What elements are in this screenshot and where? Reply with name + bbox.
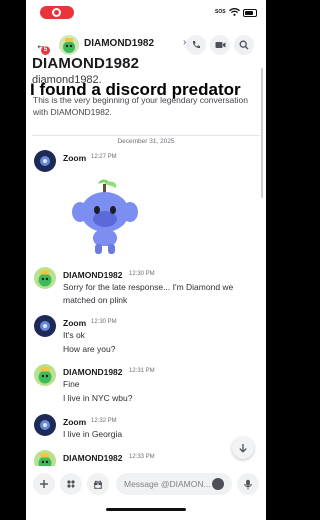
phone-icon [192,41,200,49]
video-call-button[interactable] [210,35,230,55]
emoji-icon[interactable] [212,478,224,490]
galaxy-avatar-icon [40,420,50,430]
conversation-intro-title: DIAMOND1982 [32,55,140,72]
message-author[interactable]: Zoom [63,318,86,328]
green-creature-avatar-icon [38,367,52,384]
microphone-icon [244,479,252,489]
battery-icon [243,9,257,17]
message-author[interactable]: DIAMOND1982 [63,453,123,463]
video-camera-icon [215,42,225,48]
voice-message-button[interactable] [237,473,259,495]
message-author[interactable]: DIAMOND1982 [63,270,123,280]
message-timestamp: 12:33 PM [129,454,155,460]
unread-badge: 5 [41,46,50,55]
record-icon [52,8,61,17]
avatar[interactable] [34,150,56,172]
message-text: I live in NYC wbu? [63,393,133,403]
wumpus-sticker-icon [72,179,138,254]
message-timestamp: 12:30 PM [91,319,117,325]
screen-recording-indicator[interactable] [40,6,74,19]
message-author[interactable]: Zoom [63,417,86,427]
green-creature-avatar-icon [63,38,75,53]
message-timestamp: 12:30 PM [129,271,155,277]
message-text: Sorry for the late response... I'm Diamo… [63,282,234,292]
message-text: How are you? [63,344,116,354]
carrier-label: SOS [215,9,226,15]
avatar[interactable] [59,35,79,55]
message-timestamp: 12:32 PM [91,418,117,424]
message-timestamp: 12:27 PM [91,154,117,160]
message-text: Fine [63,379,80,389]
phone-screen: SOS ← 5 DIAMOND1982 › DIAMOND1982 diamon… [26,0,266,520]
message-text: It's ok [63,330,85,340]
overlay-caption: I found a discord predator [30,80,241,99]
page-title[interactable]: DIAMOND1982 [84,38,154,49]
search-icon [239,40,249,50]
avatar[interactable] [34,267,56,289]
message-composer: Message @DIAMON... [26,466,266,502]
home-indicator[interactable] [106,508,186,511]
message-text: matched on plink [63,295,128,305]
green-creature-avatar-icon [38,270,52,287]
apps-icon [67,480,75,488]
date-divider-label: December 31, 2025 [111,138,181,145]
status-bar: SOS [26,0,266,24]
avatar[interactable] [34,414,56,436]
galaxy-avatar-icon [40,321,50,331]
voice-call-button[interactable] [186,35,206,55]
arrow-down-icon [239,444,247,453]
search-button[interactable] [234,35,254,55]
date-divider: December 31, 2025 [26,130,266,148]
message-author[interactable]: Zoom [63,153,86,163]
jump-to-latest-button[interactable] [232,437,254,459]
message-text: I live in Georgia [63,429,123,439]
wifi-icon [229,8,240,16]
gift-button[interactable] [87,473,109,495]
galaxy-avatar-icon [40,156,50,166]
plus-icon [40,480,48,488]
message-author[interactable]: DIAMOND1982 [63,367,123,377]
message-input-placeholder: Message @DIAMON... [124,479,211,489]
message-input[interactable]: Message @DIAMON... [116,473,232,495]
attach-button[interactable] [33,473,55,495]
avatar[interactable] [34,364,56,386]
apps-button[interactable] [60,473,82,495]
gift-icon [94,480,102,489]
avatar[interactable] [34,315,56,337]
message-timestamp: 12:31 PM [129,368,155,374]
